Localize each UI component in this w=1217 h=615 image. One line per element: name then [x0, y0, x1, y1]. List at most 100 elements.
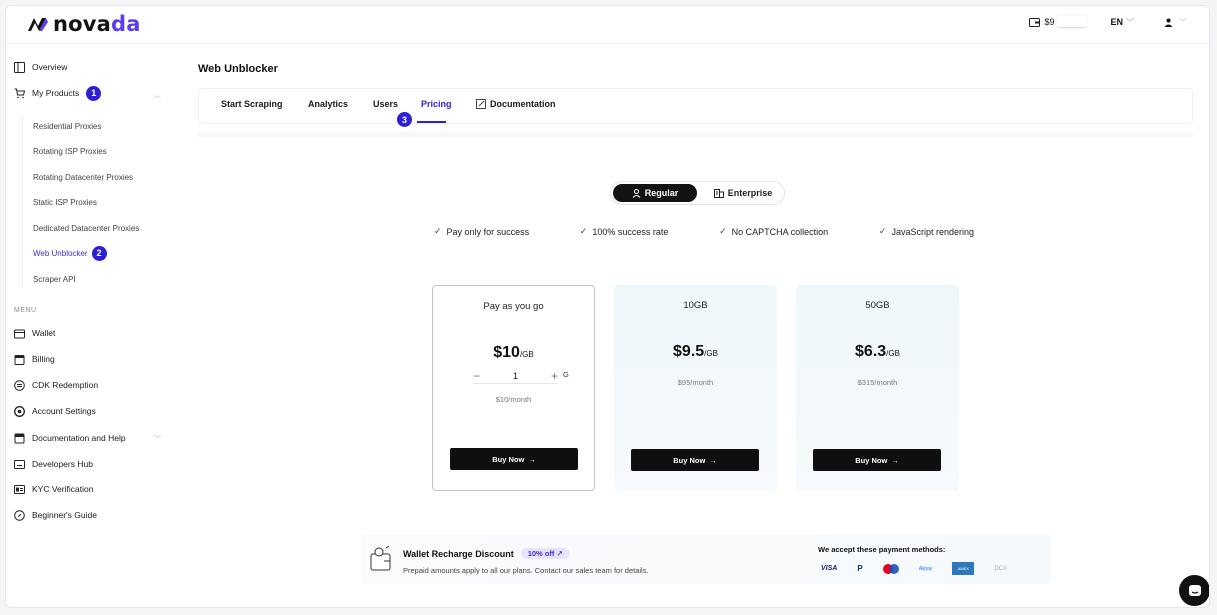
divider	[198, 131, 1193, 137]
chevron-down-icon[interactable]: ﹀	[154, 434, 161, 444]
building-icon	[713, 189, 724, 198]
arrow-right-icon: →	[528, 454, 536, 464]
discount-pill[interactable]: 10% off ↗	[520, 548, 570, 559]
sidebar-item-kyc-verification[interactable]: KYC Verification	[14, 480, 93, 498]
coin-icon	[14, 379, 25, 391]
sidebar-item-account-settings[interactable]: Account Settings	[14, 402, 96, 420]
chat-button[interactable]	[1179, 575, 1209, 606]
alipay-logo: Alipay	[918, 565, 933, 572]
wallet-icon	[14, 329, 25, 338]
sidebar-sub-rotating-datacenter[interactable]: Rotating Datacenter Proxies	[33, 170, 133, 184]
sidebar-sub-rotating-isp[interactable]: Rotating ISP Proxies	[33, 144, 107, 158]
pricing-card-50gb[interactable]: 50GB $6.3/GB $315/month Buy Now →	[796, 285, 959, 491]
wallet-chip[interactable]: $9	[1029, 16, 1087, 28]
sidebar-item-overview[interactable]: Overview	[14, 58, 67, 76]
top-header: novada $9 EN ﹀ ﹀	[6, 6, 1209, 44]
toggle-label: Regular	[644, 188, 679, 198]
tab-pricing[interactable]: Pricing	[421, 99, 452, 109]
book-icon	[14, 433, 25, 443]
app-frame: novada $9 EN ﹀ ﹀ Overview My Products 1 …	[5, 5, 1210, 608]
toggle-enterprise[interactable]: Enterprise	[703, 184, 783, 202]
sidebar-item-label: Web Unblocker	[33, 248, 88, 258]
paypal-logo: P	[857, 564, 863, 573]
tab-bar: Start Scraping Analytics Users 3 Pricing…	[198, 88, 1193, 127]
quantity-stepper: − 1 +	[473, 368, 558, 384]
increment-button[interactable]: +	[551, 369, 558, 383]
plan-name: 50GB	[865, 300, 890, 311]
plan-monthly: $95/month	[677, 378, 714, 387]
plan-type-toggle: Regular Enterprise	[610, 181, 785, 205]
arrow-right-icon: →	[891, 455, 899, 465]
sidebar-sub-web-unblocker[interactable]: Web Unblocker 2	[33, 245, 107, 261]
check-icon: ✓	[719, 226, 727, 236]
sidebar-item-label: KYC Verification	[32, 484, 94, 494]
promo-title: Wallet Recharge Discount 10% off ↗	[403, 548, 570, 559]
sidebar-sub-scraper-api[interactable]: Scraper API	[33, 272, 76, 286]
sidebar-item-beginners-guide[interactable]: Beginner's Guide	[14, 506, 97, 524]
feature-item: ✓ 100% success rate	[579, 226, 669, 237]
feature-item: ✓ JavaScript rendering	[878, 226, 974, 237]
buy-now-button[interactable]: Buy Now →	[450, 448, 578, 470]
cart-icon	[14, 88, 25, 98]
wallet-recharge-banner: Wallet Recharge Discount 10% off ↗ Prepa…	[361, 534, 1051, 584]
user-icon	[1164, 18, 1173, 27]
language-selector[interactable]: EN ﹀	[1110, 17, 1134, 28]
plan-name: Pay as you go	[483, 301, 544, 312]
plan-monthly: $315/month	[857, 378, 898, 387]
settings-icon	[14, 405, 25, 417]
logo-text: novada	[53, 12, 141, 36]
quantity-value[interactable]: 1	[513, 371, 518, 381]
sidebar-item-label: CDK Redemption	[32, 380, 99, 390]
chevron-down-icon: ﹀	[1179, 17, 1187, 27]
menu-caption: MENU	[14, 307, 37, 314]
user-menu[interactable]: ﹀	[1164, 17, 1187, 28]
layout-icon	[14, 61, 25, 73]
amex-logo: AMEX	[952, 562, 975, 575]
buy-now-button[interactable]: Buy Now →	[631, 449, 759, 471]
sidebar-item-label: My Products	[32, 88, 80, 98]
toggle-regular[interactable]: Regular	[613, 184, 697, 202]
sidebar-item-documentation-help[interactable]: Documentation and Help	[14, 429, 126, 447]
tab-start-scraping[interactable]: Start Scraping	[221, 99, 283, 109]
step-badge: 2	[91, 245, 107, 261]
sidebar-item-label: Developers Hub	[32, 459, 93, 469]
feature-item: ✓ No CAPTCHA collection	[719, 226, 829, 237]
tab-analytics[interactable]: Analytics	[308, 99, 348, 109]
visa-logo: VISA	[821, 565, 838, 572]
decrement-button[interactable]: −	[473, 369, 480, 383]
logo[interactable]: novada	[26, 12, 141, 36]
sidebar-item-my-products[interactable]: My Products 1	[14, 84, 102, 102]
page-title: Web Unblocker	[198, 63, 278, 75]
tab-documentation[interactable]: Documentation	[476, 99, 556, 109]
plan-monthly: $10/month	[495, 395, 532, 404]
feature-list: ✓ Pay only for success ✓ 100% success rate…	[434, 226, 974, 237]
wallet-coin-icon	[370, 546, 391, 571]
sidebar-item-developers-hub[interactable]: Developers Hub	[14, 455, 93, 473]
payment-methods: VISA P Alipay AMEX DCX	[821, 562, 1007, 575]
plan-price: $6.3/GB	[855, 343, 900, 360]
external-link-icon	[476, 99, 486, 109]
sidebar-sub-dedicated-datacenter[interactable]: Dedicated Datacenter Proxies	[33, 221, 139, 235]
pricing-card-10gb[interactable]: 10GB $9.5/GB $95/month Buy Now →	[614, 285, 777, 491]
check-icon: ✓	[434, 226, 442, 236]
sidebar-item-label: Beginner's Guide	[32, 510, 97, 520]
sidebar-item-label: Billing	[32, 354, 55, 364]
sidebar-item-label: Wallet	[32, 328, 56, 338]
id-card-icon	[14, 484, 25, 494]
pricing-card-pay-as-you-go[interactable]: Pay as you go $10/GB − 1 + G $10/month B…	[432, 285, 595, 491]
sidebar-item-cdk-redemption[interactable]: CDK Redemption	[14, 376, 98, 394]
sidebar-item-label: Overview	[32, 62, 68, 72]
payment-methods-title: We accept these payment methods:	[818, 545, 946, 554]
step-badge: 1	[86, 85, 102, 101]
tab-users[interactable]: Users	[373, 99, 398, 109]
sidebar-item-wallet[interactable]: Wallet	[14, 324, 55, 342]
compass-icon	[14, 509, 25, 521]
billing-icon	[14, 354, 25, 365]
promo-description: Prepaid amounts apply to all our plans. …	[403, 566, 649, 575]
sidebar-sub-residential[interactable]: Residential Proxies	[33, 119, 101, 133]
chevron-up-icon[interactable]: ︿	[154, 90, 161, 100]
sidebar-item-billing[interactable]: Billing	[14, 350, 55, 368]
sidebar-sub-static-isp[interactable]: Static ISP Proxies	[33, 195, 97, 209]
plan-price: $9.5/GB	[673, 343, 718, 360]
buy-now-button[interactable]: Buy Now →	[813, 449, 941, 471]
